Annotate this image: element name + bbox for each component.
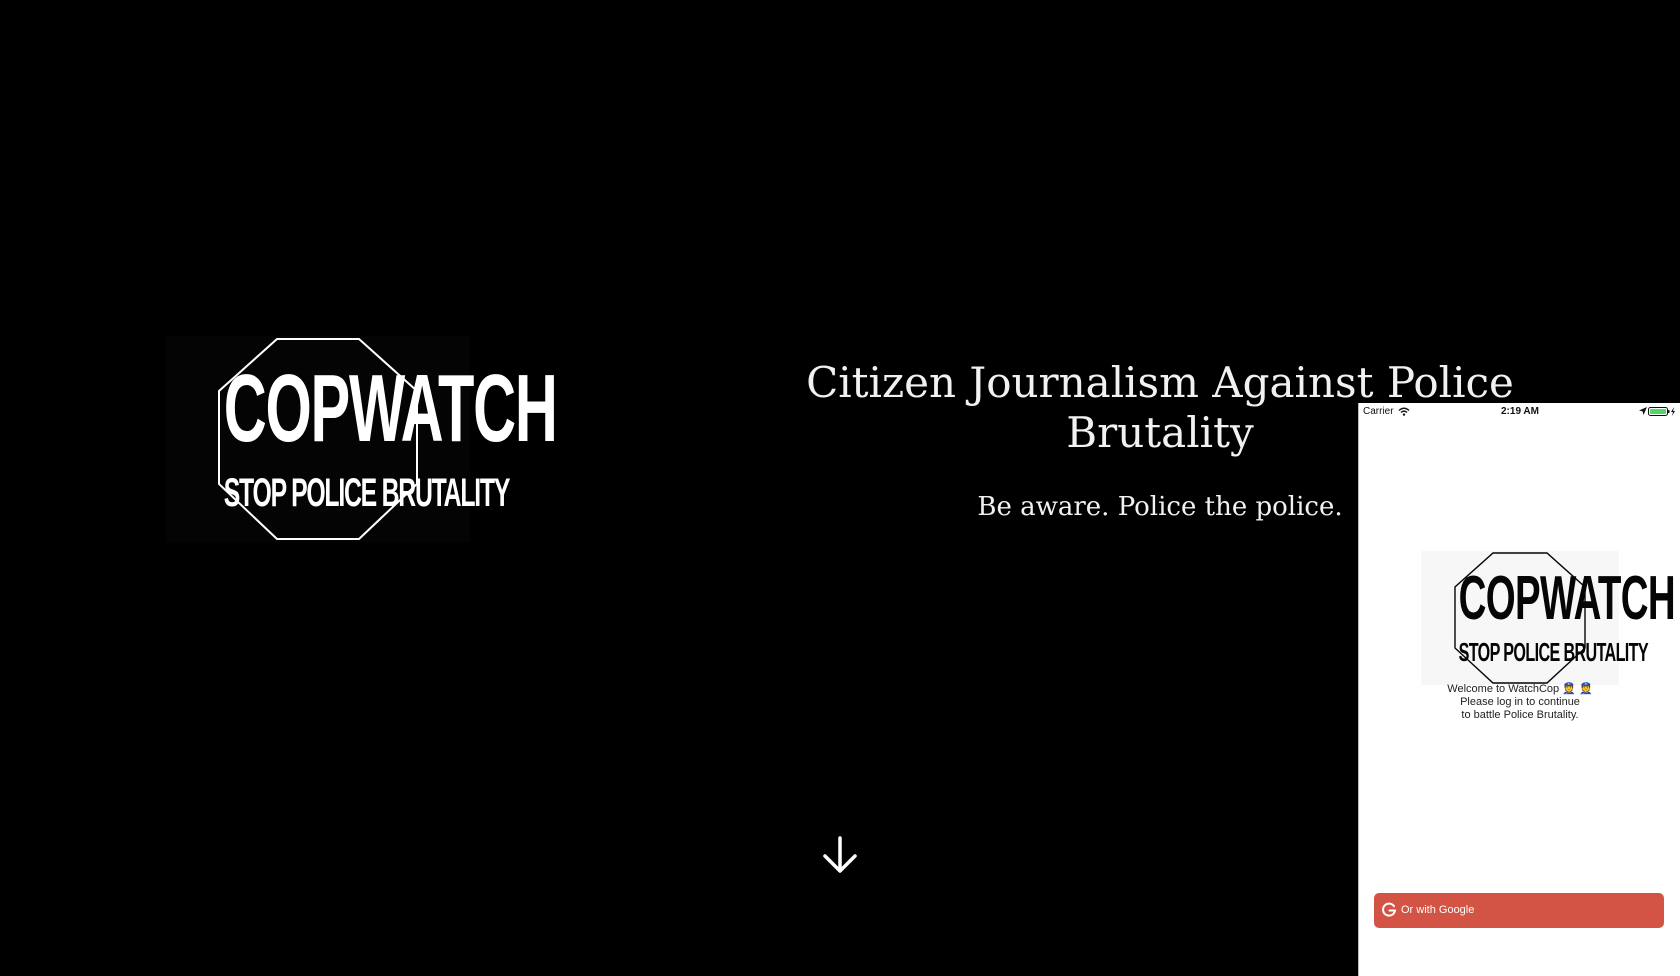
google-login-button[interactable]: Or with Google [1374,893,1664,928]
logo-tagline: STOP POLICE BRUTALITY [223,471,511,515]
status-bar: Carrier 2:19 AM [1359,403,1680,419]
google-g-icon [1381,902,1397,918]
app-logo: COPWATCH STOP POLICE BRUTALITY [1421,551,1676,685]
status-time: 2:19 AM [1501,406,1539,417]
app-logo-tagline: STOP POLICE BRUTALITY [1458,637,1649,667]
welcome-message: Welcome to WatchCop 👮 👮 Please log in to… [1359,683,1680,722]
logo-wordmark: COPWATCH [223,355,558,462]
landing-page: COPWATCH STOP POLICE BRUTALITY Citizen J… [0,0,1680,976]
phone-app-preview: Carrier 2:19 AM COPWATCH STOP POLICE BRU… [1358,403,1680,976]
app-logo-wordmark: COPWATCH [1458,564,1676,633]
battery-charging-icon [1648,407,1676,419]
copwatch-logo: COPWATCH STOP POLICE BRUTALITY [166,336,558,542]
location-arrow-icon [1639,407,1647,418]
welcome-line: to battle Police Brutality. [1461,709,1579,721]
welcome-line: Welcome to WatchCop 👮 👮 [1447,683,1593,695]
welcome-line: Please log in to continue [1460,696,1580,708]
google-login-label: Or with Google [1401,904,1475,916]
scroll-down-arrow-icon[interactable] [822,836,858,874]
